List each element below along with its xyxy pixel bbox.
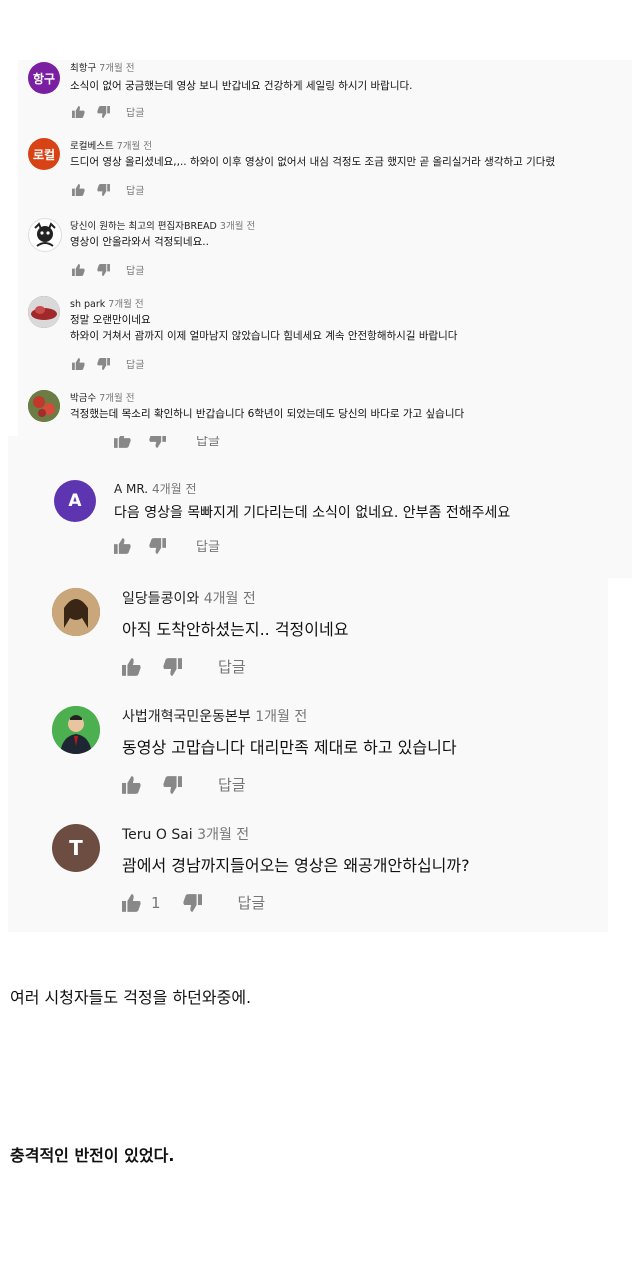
comment-header: sh park 7개월 전 bbox=[70, 296, 144, 310]
comment-actions: 답글 bbox=[122, 656, 246, 677]
comment-actions: 답글 bbox=[122, 774, 246, 795]
comment-text-line-1: 정말 오랜만이네요 bbox=[70, 314, 151, 326]
comment-text: 영상이 안올라와서 걱정되네요.. bbox=[70, 236, 209, 248]
thumbs-up-icon[interactable] bbox=[72, 357, 85, 370]
comments-screenshot-3: 일당들콩이와 4개월 전 아직 도착안하셨는지.. 걱정이네요 답글 사법개혁국… bbox=[8, 578, 608, 932]
reply-button[interactable]: 답글 bbox=[126, 262, 144, 277]
caption-text: 여러 시청자들도 걱정을 하던와중에. bbox=[10, 988, 252, 1007]
comment-actions: 답글 bbox=[72, 356, 144, 371]
comment-time[interactable]: 1개월 전 bbox=[255, 709, 307, 725]
thumbs-up-icon[interactable] bbox=[72, 263, 85, 276]
reply-button[interactable]: 답글 bbox=[238, 892, 266, 913]
comment-author[interactable]: 최항구 bbox=[70, 63, 96, 74]
thumbs-down-icon[interactable] bbox=[97, 357, 110, 370]
thumbs-up-icon[interactable] bbox=[72, 183, 85, 196]
comments-screenshot-1: 항구 최항구 7개월 전 소식이 없어 궁금했는데 영상 보니 반갑네요 건강하… bbox=[18, 60, 632, 436]
comment-header: A MR. 4개월 전 bbox=[114, 480, 197, 497]
thumbs-down-icon[interactable] bbox=[163, 657, 182, 676]
comment-time[interactable]: 7개월 전 bbox=[99, 393, 134, 404]
thumbs-down-icon[interactable] bbox=[163, 775, 182, 794]
comment-item: 박금수 7개월 전 걱정했는데 목소리 확인하니 반갑습니다 6학년이 되었는데… bbox=[18, 390, 632, 436]
comment-item: sh park 7개월 전 정말 오랜만이네요 하와이 거쳐서 괌까지 이제 얼… bbox=[18, 296, 632, 390]
thumbs-down-icon[interactable] bbox=[97, 263, 110, 276]
comment-author[interactable]: 당신이 원하는 최고의 편집자BREAD bbox=[70, 221, 217, 232]
comment-text: 괌에서 경남까지들어오는 영상은 왜공개안하십니까? bbox=[122, 856, 470, 875]
comment-author[interactable]: 박금수 bbox=[70, 393, 96, 404]
comment-header: 로컬베스트 7개월 전 bbox=[70, 138, 152, 152]
comment-time[interactable]: 7개월 전 bbox=[99, 63, 134, 74]
thumbs-down-icon[interactable] bbox=[149, 436, 166, 448]
reply-button[interactable]: 답글 bbox=[218, 656, 246, 677]
comment-header: 박금수 7개월 전 bbox=[70, 390, 135, 404]
avatar[interactable]: A bbox=[54, 480, 96, 522]
comment-actions: 답글 bbox=[72, 104, 144, 119]
comment-text: 다음 영상을 목빠지게 기다리는데 소식이 없네요. 안부좀 전해주세요 bbox=[114, 505, 511, 521]
avatar[interactable]: 로컬 bbox=[28, 138, 60, 170]
avatar[interactable] bbox=[28, 390, 60, 422]
comment-time[interactable]: 4개월 전 bbox=[204, 591, 256, 607]
comment-item: 일당들콩이와 4개월 전 아직 도착안하셨는지.. 걱정이네요 답글 bbox=[8, 578, 608, 696]
thumbs-up-icon[interactable] bbox=[122, 775, 141, 794]
caption-bold-text: 충격적인 반전이 있었다. bbox=[10, 1146, 175, 1165]
comment-author[interactable]: sh park bbox=[70, 299, 105, 310]
comment-time[interactable]: 3개월 전 bbox=[220, 221, 255, 232]
comment-actions: 1 답글 bbox=[122, 892, 265, 913]
thumbs-down-icon[interactable] bbox=[149, 537, 166, 554]
thumbs-up-icon[interactable] bbox=[72, 105, 85, 118]
comment-header: 최항구 7개월 전 bbox=[70, 60, 135, 74]
thumbs-down-icon[interactable] bbox=[97, 183, 110, 196]
comment-header: 당신이 원하는 최고의 편집자BREAD 3개월 전 bbox=[70, 218, 255, 232]
thumbs-up-icon[interactable] bbox=[122, 893, 141, 912]
comment-text: 동영상 고맙습니다 대리만족 제대로 하고 있습니다 bbox=[122, 738, 457, 757]
reply-button[interactable]: 답글 bbox=[126, 182, 144, 197]
comment-header: 사법개혁국민운동본부 1개월 전 bbox=[122, 706, 307, 726]
avatar[interactable] bbox=[52, 588, 100, 636]
comment-text-line-2: 하와이 거쳐서 괌까지 이제 얼마남지 않았습니다 힘네세요 계속 안전항해하시… bbox=[70, 330, 458, 342]
avatar[interactable] bbox=[28, 296, 60, 328]
thumbs-up-icon[interactable] bbox=[122, 657, 141, 676]
comment-header: Teru O Sai 3개월 전 bbox=[122, 824, 249, 844]
comments-screenshot-2: 답글 A A MR. 4개월 전 다음 영상을 목빠지게 기다리는데 소식이 없… bbox=[8, 436, 632, 578]
comment-author[interactable]: 로컬베스트 bbox=[70, 141, 114, 152]
comment-text: 걱정했는데 목소리 확인하니 반갑습니다 6학년이 되었는데도 당신의 바다로 … bbox=[70, 408, 465, 420]
reply-button[interactable]: 답글 bbox=[196, 436, 220, 449]
comment-header: 일당들콩이와 4개월 전 bbox=[122, 588, 256, 608]
thumbs-up-icon[interactable] bbox=[114, 537, 131, 554]
reply-button[interactable]: 답글 bbox=[126, 356, 144, 371]
avatar[interactable] bbox=[28, 218, 62, 252]
comment-text: 드디어 영상 올리셨네요,,.. 하와이 이후 영상이 없어서 내심 걱정도 조… bbox=[70, 156, 556, 168]
comment-actions: 답글 bbox=[72, 262, 144, 277]
comment-time[interactable]: 4개월 전 bbox=[152, 482, 197, 496]
comment-item: 항구 최항구 7개월 전 소식이 없어 궁금했는데 영상 보니 반갑네요 건강하… bbox=[18, 60, 632, 138]
comment-author[interactable]: 일당들콩이와 bbox=[122, 591, 199, 607]
comment-actions-cut: 답글 bbox=[114, 436, 220, 449]
comment-time[interactable]: 3개월 전 bbox=[197, 827, 249, 843]
comment-text: 아직 도착안하셨는지.. 걱정이네요 bbox=[122, 620, 349, 639]
comment-text: 소식이 없어 궁금했는데 영상 보니 반갑네요 건강하게 세일링 하시기 바랍니… bbox=[70, 80, 413, 92]
avatar[interactable] bbox=[52, 706, 100, 754]
comment-item: 로컬 로컬베스트 7개월 전 드디어 영상 올리셨네요,,.. 하와이 이후 영… bbox=[18, 138, 632, 218]
thumbs-down-icon[interactable] bbox=[97, 105, 110, 118]
comment-time[interactable]: 7개월 전 bbox=[108, 299, 143, 310]
comment-actions: 답글 bbox=[72, 182, 144, 197]
comment-item: 당신이 원하는 최고의 편집자BREAD 3개월 전 영상이 안올라와서 걱정되… bbox=[18, 218, 632, 296]
avatar[interactable]: T bbox=[52, 824, 100, 872]
thumbs-up-icon[interactable] bbox=[114, 436, 131, 448]
reply-button[interactable]: 답글 bbox=[218, 774, 246, 795]
like-count: 1 bbox=[151, 893, 161, 912]
comment-item: T Teru O Sai 3개월 전 괌에서 경남까지들어오는 영상은 왜공개안… bbox=[8, 814, 608, 932]
comment-item: 사법개혁국민운동본부 1개월 전 동영상 고맙습니다 대리만족 제대로 하고 있… bbox=[8, 696, 608, 814]
thumbs-down-icon[interactable] bbox=[182, 893, 202, 912]
reply-button[interactable]: 답글 bbox=[126, 104, 144, 119]
reply-button[interactable]: 답글 bbox=[196, 536, 220, 555]
comment-actions: 답글 bbox=[114, 536, 220, 555]
avatar[interactable]: 항구 bbox=[28, 62, 60, 94]
comment-author[interactable]: A MR. bbox=[114, 482, 148, 496]
comment-author[interactable]: Teru O Sai bbox=[122, 827, 193, 843]
comment-time[interactable]: 7개월 전 bbox=[117, 141, 152, 152]
comment-author[interactable]: 사법개혁국민운동본부 bbox=[122, 709, 251, 725]
